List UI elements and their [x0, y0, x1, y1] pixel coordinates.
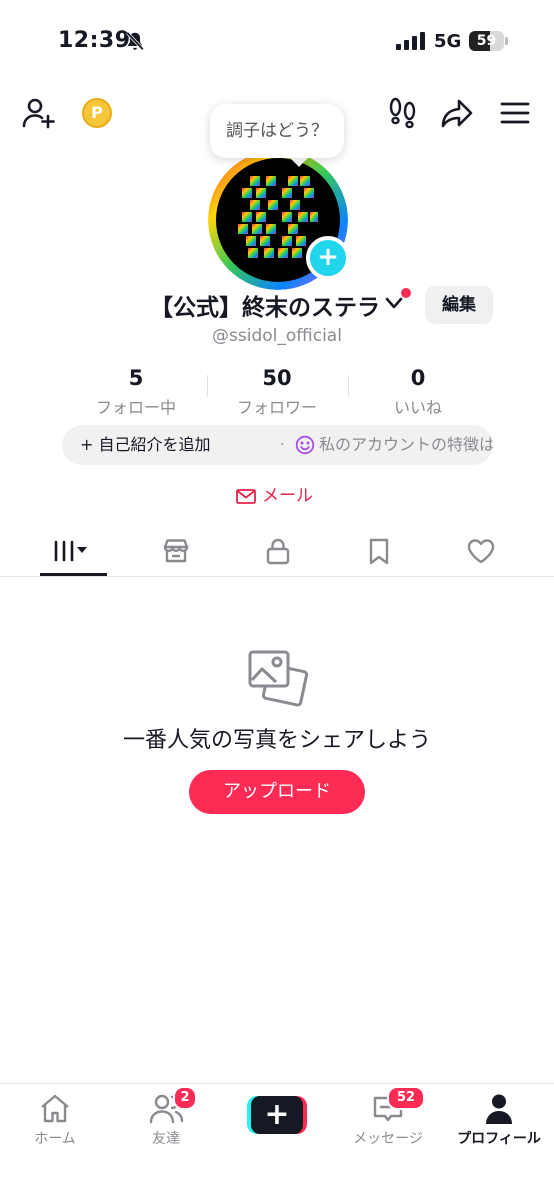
stat-followers[interactable]: 50 フォロワー [207, 366, 347, 418]
nav-profile[interactable]: プロフィール [444, 1090, 554, 1150]
grid-icon [54, 540, 87, 562]
nav-home[interactable]: ホーム [0, 1090, 110, 1150]
bottom-nav-divider [0, 1083, 554, 1084]
photos-icon [248, 650, 309, 707]
email-label: メール [262, 486, 313, 506]
stat-following[interactable]: 5 フォロー中 [66, 366, 206, 418]
stat-likes[interactable]: 0 いいね [348, 366, 488, 418]
empty-state-title: 一番人気の写真をシェアしよう [122, 728, 431, 753]
stat-label: いいね [393, 398, 442, 417]
nav-friends[interactable]: 2 友達 [111, 1086, 221, 1150]
tab-private[interactable] [237, 528, 317, 576]
battery-indicator: 59 [469, 31, 509, 51]
notification-dot [401, 288, 411, 298]
inbox-badge: 52 [387, 1086, 425, 1110]
plus-icon: + [251, 1096, 303, 1134]
username: @ssidol_official [212, 326, 342, 346]
display-name[interactable]: 【公式】終末のステラ [150, 288, 380, 322]
bookmark-icon [369, 538, 389, 565]
coin-icon[interactable]: P [82, 98, 112, 128]
shop-icon [163, 539, 189, 563]
cellular-signal-icon [396, 32, 425, 50]
bio-separator: · [280, 437, 285, 453]
hamburger-menu-icon[interactable] [498, 96, 532, 130]
battery-percent: 59 [476, 33, 497, 49]
stat-value: 0 [410, 366, 426, 390]
status-time: 12:39 [58, 28, 131, 53]
mood-bubble-text: 調子はどう？ [226, 121, 328, 141]
friends-badge: 2 [173, 1086, 197, 1110]
upload-button[interactable]: アップロード [189, 770, 365, 814]
stat-label: フォロー中 [95, 398, 176, 417]
create-button[interactable]: + [247, 1096, 307, 1134]
mood-bubble[interactable]: 調子はどう？ [210, 104, 344, 158]
nav-profile-label: プロフィール [457, 1131, 541, 1147]
nav-inbox-label: メッセージ [353, 1131, 423, 1147]
tabs-divider [0, 576, 554, 577]
avatar-add-button[interactable]: + [306, 236, 350, 280]
stat-label: フォロワー [236, 398, 317, 417]
add-friend-icon[interactable] [22, 96, 56, 130]
share-icon[interactable] [440, 96, 474, 130]
nav-home-label: ホーム [34, 1131, 76, 1147]
heart-icon [467, 539, 495, 564]
tab-liked[interactable] [440, 528, 520, 576]
add-bio-button[interactable]: + 自己紹介を追加 · 私のアカウントの特徴は... [62, 425, 493, 465]
chevron-down-icon[interactable] [384, 295, 404, 311]
network-type-label: 5G [434, 31, 462, 52]
smile-icon [295, 435, 315, 455]
stat-value: 5 [128, 366, 144, 390]
lock-icon [266, 538, 290, 565]
bio-hint: 私のアカウントの特徴は... [319, 435, 493, 454]
profile-icon [486, 1094, 512, 1124]
tab-saved[interactable] [338, 528, 418, 576]
stat-value: 50 [262, 366, 292, 390]
home-icon [41, 1094, 69, 1123]
edit-profile-button[interactable]: 編集 [425, 286, 493, 324]
nav-friends-label: 友達 [152, 1131, 180, 1147]
footprint-icon[interactable] [386, 96, 420, 130]
mail-icon [236, 489, 256, 504]
bell-muted-icon [126, 31, 144, 51]
nav-inbox[interactable]: 52 メッセージ [333, 1086, 443, 1150]
tab-videos[interactable] [32, 528, 112, 576]
add-bio-label: + 自己紹介を追加 [80, 435, 211, 454]
tab-shop[interactable] [135, 528, 215, 576]
